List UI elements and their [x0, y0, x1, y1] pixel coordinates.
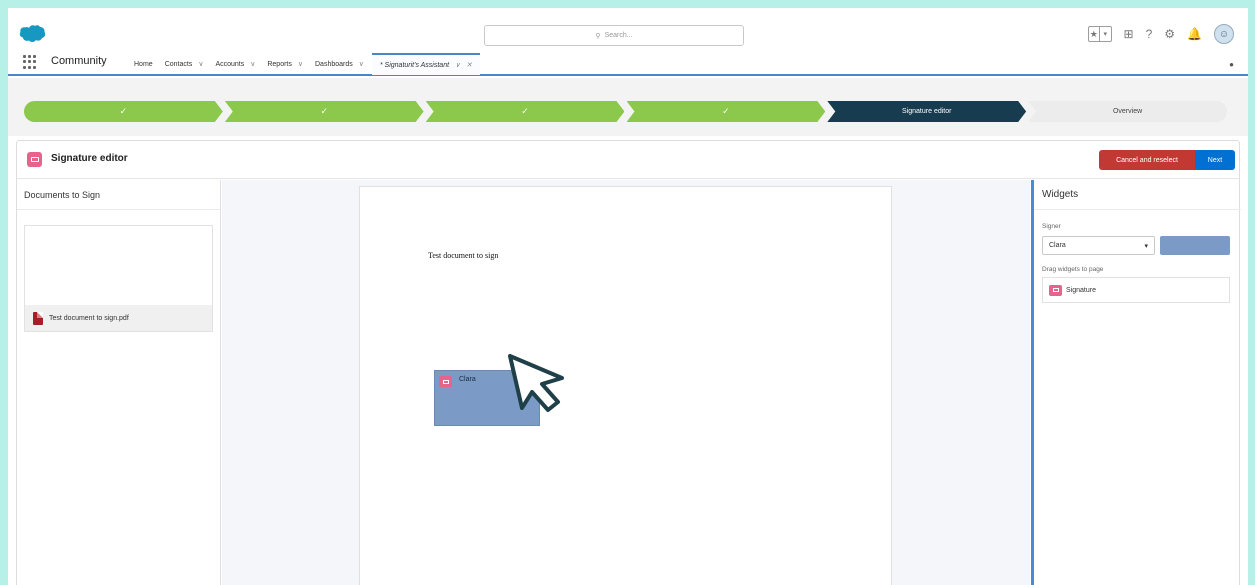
path-step-2[interactable]: ✓ [225, 101, 424, 122]
path-bar: ✓ ✓ ✓ ✓ Signature editor Overview [24, 101, 1229, 122]
widget-signer-label: Clara [459, 376, 476, 383]
documents-title: Documents to Sign [17, 180, 220, 210]
drag-widgets-label: Drag widgets to page [1042, 266, 1104, 273]
signature-widget-item[interactable]: Signature [1042, 277, 1230, 303]
signature-icon [27, 152, 42, 167]
chevron-down-icon[interactable]: ∨ [198, 60, 203, 68]
signature-icon [439, 376, 452, 387]
search-placeholder: Search... [604, 32, 633, 39]
caret-down-icon: ▾ [1144, 242, 1148, 250]
cancel-and-reselect-button[interactable]: Cancel and reselect [1099, 150, 1195, 170]
app-frame: ⚲ Search... ★ ▾ ⊞ ? ⚙ 🔔 ☺ Community Home [8, 8, 1248, 585]
document-file-name: Test document to sign.pdf [49, 314, 129, 322]
nav-item-contacts[interactable]: Contacts ∨ [165, 60, 204, 69]
mouse-cursor-icon [508, 354, 564, 412]
document-text: Test document to sign [428, 251, 499, 260]
settings-dot-icon[interactable]: ● [1229, 60, 1234, 69]
avatar[interactable]: ☺ [1214, 24, 1234, 44]
nav-items: Home Contacts ∨ Accounts ∨ Reports ∨ Dashbo… [134, 53, 481, 75]
add-icon[interactable]: ⊞ [1124, 27, 1134, 41]
widgets-panel: Widgets Signer Clara ▾ Drag widgets to p… [1031, 180, 1241, 585]
path-step-4[interactable]: ✓ [627, 101, 826, 122]
chevron-down-icon[interactable]: ∨ [250, 60, 255, 68]
close-icon[interactable]: ✕ [466, 61, 472, 69]
signer-label: Signer [1042, 223, 1061, 230]
chevron-down-icon[interactable]: ∨ [359, 60, 364, 68]
path-step-1[interactable]: ✓ [24, 101, 223, 122]
nav-item-dashboards[interactable]: Dashboards ∨ [315, 60, 364, 69]
path-step-5[interactable]: Signature editor [827, 101, 1026, 122]
favorites-button[interactable]: ★ ▾ [1087, 26, 1112, 42]
help-icon[interactable]: ? [1146, 27, 1153, 41]
document-thumbnail[interactable]: Test document to sign.pdf [24, 225, 213, 332]
pdf-icon [33, 311, 43, 325]
document-footer: Test document to sign.pdf [25, 305, 212, 331]
global-header: ⚲ Search... ★ ▾ ⊞ ? ⚙ 🔔 ☺ Community Home [8, 8, 1248, 78]
header-utility-icons: ★ ▾ ⊞ ? ⚙ 🔔 ☺ [1087, 24, 1234, 44]
progress-path: ✓ ✓ ✓ ✓ Signature editor Overview [8, 78, 1248, 136]
chevron-down-icon: ▾ [1099, 27, 1111, 41]
document-canvas: Test document to sign Clara [222, 180, 1030, 585]
search-input[interactable]: ⚲ Search... [484, 25, 744, 46]
signer-select[interactable]: Clara ▾ [1042, 236, 1155, 255]
salesforce-logo-icon[interactable] [18, 24, 46, 44]
path-step-3[interactable]: ✓ [426, 101, 625, 122]
documents-panel: Documents to Sign Test document to sign.… [17, 180, 221, 585]
nav-item-home[interactable]: Home [134, 61, 153, 68]
signature-editor-card: Signature editor Cancel and reselect Nex… [16, 140, 1241, 585]
nav-item-reports[interactable]: Reports ∨ [267, 60, 303, 69]
search-icon: ⚲ [595, 32, 601, 40]
page-title: Signature editor [51, 153, 128, 164]
path-step-6[interactable]: Overview [1028, 101, 1227, 122]
app-launcher-icon[interactable] [23, 55, 37, 69]
signer-color-swatch[interactable] [1160, 236, 1230, 255]
card-header: Signature editor Cancel and reselect Nex… [17, 141, 1239, 179]
tab-signaturit-assistant[interactable]: * Signaturit's Assistant ∨ ✕ [371, 53, 481, 75]
document-page[interactable]: Test document to sign Clara [359, 186, 892, 585]
bell-icon[interactable]: 🔔 [1187, 27, 1202, 41]
nav-item-accounts[interactable]: Accounts ∨ [215, 60, 255, 69]
chevron-down-icon[interactable]: ∨ [455, 61, 460, 69]
app-name: Community [51, 55, 107, 67]
signature-icon [1049, 284, 1062, 296]
widgets-title: Widgets [1034, 180, 1241, 210]
nav-bar: Community Home Contacts ∨ Accounts ∨ Repor… [8, 53, 1248, 76]
star-icon: ★ [1089, 28, 1098, 39]
chevron-down-icon[interactable]: ∨ [298, 60, 303, 68]
gear-icon[interactable]: ⚙ [1164, 27, 1175, 41]
next-button[interactable]: Next [1195, 150, 1235, 170]
